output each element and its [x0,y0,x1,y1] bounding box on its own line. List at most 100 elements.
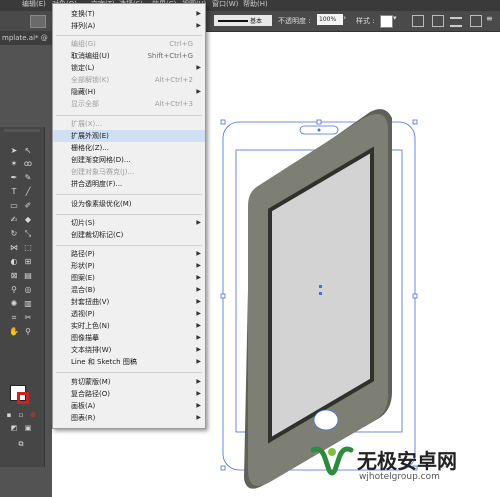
menu-item-live-paint[interactable]: 实时上色(N) ▶ [53,320,205,332]
menu-separator [56,372,202,373]
menu-separator [56,214,202,215]
menu-item-pixel-perfect[interactable]: 设为像素级优化(M) [53,198,205,210]
scale-icon[interactable]: ⤡ [23,229,33,239]
menu-item-perspective[interactable]: 透视(P) ▶ [53,308,205,320]
paintbrush-icon[interactable]: ✐ [23,201,33,211]
speaker-dot [317,128,321,132]
mesh-icon[interactable]: ⊠ [9,271,19,281]
stroke-line-icon [218,20,248,22]
menu-item-compound-path[interactable]: 复合路径(O) ▶ [53,388,205,400]
none-color-icon[interactable]: ⊘ [28,410,38,420]
stroke-swatch[interactable] [17,392,29,404]
tools-panel: ➤ ↖ ✶ ꝏ ✒ ✎ T ╱ ▭ ✐ ✍ ◆ ↻ ⤡ ⋈ ⬚ ◐ ⊞ ⊠ ▤ … [0,127,45,467]
home-button [313,409,339,431]
menu-item-expand-appearance[interactable]: 扩展外观(E) [53,130,205,142]
blend-icon[interactable]: ◎ [23,285,33,295]
menu-item-blend[interactable]: 混合(B) ▶ [53,284,205,296]
color-mode-icon[interactable]: ▫ [16,410,26,420]
control-menu-icon[interactable]: ≡ [486,14,493,23]
pen-icon[interactable]: ✒ [9,173,19,183]
menu-item-flatten-transparency[interactable]: 拼合透明度(F)... [53,178,205,190]
menu-item-expand[interactable]: 扩展(X)... [53,118,205,130]
arrow-icon[interactable]: ➤ [9,146,19,156]
edit-toolbar-icon[interactable]: ⧉ [16,439,26,449]
transform-panel-icon[interactable] [470,15,482,27]
direct-select-icon[interactable]: ↖ [23,146,33,156]
menu-item-clipping-mask[interactable]: 剪切蒙版(M) ▶ [53,376,205,388]
menu-item-hide[interactable]: 隐藏(H) ▶ [53,86,205,98]
tools-panel-header[interactable] [4,129,40,132]
line-icon[interactable]: ╱ [23,187,33,197]
lasso-icon[interactable]: ꝏ [23,159,33,169]
menu-item-ungroup[interactable]: 取消编组(U) Shift+Ctrl+G [53,50,205,62]
menu-item-lock[interactable]: 锁定(L) ▶ [53,62,205,74]
menu-item-text-wrap[interactable]: 文本绕排(W) ▶ [53,344,205,356]
stroke-profile-dropdown[interactable]: 基本 [214,15,272,26]
watermark-title: 无极安卓网 [357,449,457,473]
align-icon[interactable] [450,17,462,27]
menubar-item-edit[interactable]: 编辑(E) [22,0,46,9]
menu-item-create-trim-marks[interactable]: 创建裁切标记(C) [53,229,205,241]
menu-item-arrange[interactable]: 排列(A) ▶ [53,20,205,32]
menu-item-line-sketch[interactable]: Line 和 Sketch 图稿 ▶ [53,356,205,368]
menu-item-shape[interactable]: 形状(P) ▶ [53,260,205,272]
menu-separator [56,35,202,36]
artboard-icon[interactable]: ⌗ [9,313,19,323]
menu-item-graph[interactable]: 图表(R) ▶ [53,412,205,424]
center-point [319,285,322,288]
menu-item-show-all[interactable]: 显示全部 Alt+Ctrl+3 [53,98,205,110]
menu-separator [56,115,202,116]
menu-separator [56,194,202,195]
menu-item-unlock-all[interactable]: 全部解锁(K) Alt+Ctrl+2 [53,74,205,86]
transform-icon[interactable] [30,15,46,28]
menu-item-create-gradient-mesh[interactable]: 创建渐变网格(D)... [53,154,205,166]
shape-builder-icon[interactable]: ◐ [9,257,19,267]
perspective-icon[interactable]: ⊞ [23,257,33,267]
rotate-icon[interactable]: ↻ [9,229,19,239]
hand-icon[interactable]: ✋ [9,327,19,337]
free-transform-icon[interactable]: ⬚ [23,243,33,253]
watermark-logo-icon [310,446,354,476]
menu-item-transform[interactable]: 变换(T) ▶ [53,8,205,20]
center-point-2 [319,292,322,295]
symbol-sprayer-icon[interactable]: ✺ [9,299,19,309]
menu-item-path[interactable]: 路径(P) ▶ [53,248,205,260]
magic-wand-icon[interactable]: ✶ [9,159,19,169]
type-icon[interactable]: T [9,187,19,197]
menubar-item-help[interactable]: 帮助(H) [243,0,268,9]
menu-separator [56,245,202,246]
menu-item-envelope-distort[interactable]: 封套扭曲(V) ▶ [53,296,205,308]
menu-item-rasterize[interactable]: 栅格化(Z)... [53,142,205,154]
menu-item-create-object-mosaic[interactable]: 创建对象马赛克(J)... [53,166,205,178]
eyedropper-icon[interactable]: ⚲ [9,285,19,295]
rectangle-icon[interactable]: ▭ [9,201,19,211]
style-swatch[interactable] [380,15,393,28]
menu-item-artboards[interactable]: 画板(A) ▶ [53,400,205,412]
width-icon[interactable]: ⋈ [9,243,19,253]
menu-item-image-trace[interactable]: 图像描摹 ▶ [53,332,205,344]
stroke-profile-label: 基本 [250,18,263,25]
column-graph-icon[interactable]: ▥ [23,299,33,309]
zoom-icon[interactable]: ⚲ [23,327,33,337]
preferences-icon[interactable] [432,15,444,27]
object-dropdown-menu: 变换(T) ▶ 排列(A) ▶ 编组(G) Ctrl+G 取消编组(U) Shift+C… [52,3,206,429]
curvature-icon[interactable]: ✎ [23,173,33,183]
document-setup-icon[interactable] [412,15,424,27]
menu-item-slice[interactable]: 切片(S) ▶ [53,217,205,229]
opacity-input[interactable]: 100% [317,14,343,25]
style-dropdown-icon[interactable]: ▾ [393,14,397,22]
menu-item-group[interactable]: 编组(G) Ctrl+G [53,38,205,50]
watermark: 无极安卓网 wjhotelgroup.com [309,440,494,490]
slice-icon[interactable]: ✂ [23,313,33,323]
shaper-icon[interactable]: ✍ [9,215,19,225]
draw-mode-icon[interactable]: ◩ [9,423,19,433]
gradient-icon[interactable]: ▤ [23,271,33,281]
style-label: 样式 : [356,17,375,25]
screen-mode-icon[interactable]: ▣ [23,423,33,433]
menu-item-pattern[interactable]: 图案(E) ▶ [53,272,205,284]
default-colors-icon[interactable]: ▪ [4,410,14,420]
opacity-arrow-icon[interactable]: › [343,13,346,22]
menubar-item-window[interactable]: 窗口(W) [212,0,238,9]
eraser-icon[interactable]: ◆ [23,215,33,225]
document-tab[interactable]: mplate.ai* @ [0,31,54,45]
